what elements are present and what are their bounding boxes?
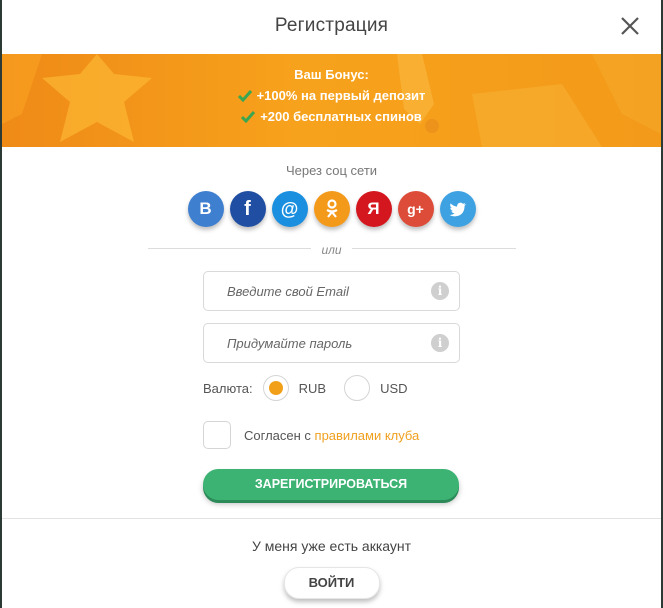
check-icon (241, 110, 256, 123)
bonus-item: +200 бесплатных спинов (2, 109, 661, 124)
facebook-icon: f (244, 197, 251, 220)
bonus-text: на первый депозит (297, 88, 426, 103)
yandex-icon: Я (367, 199, 380, 218)
or-divider: или (147, 241, 516, 257)
social-caption: Через соц сети (285, 163, 378, 178)
bonus-highlight: +200 (260, 109, 290, 124)
currency-selector: Валюта: RUB USD (203, 374, 408, 402)
vkontakte-icon: B (199, 199, 212, 218)
vkontakte-button[interactable]: B (187, 191, 224, 227)
email-field: i (203, 271, 460, 311)
have-account-text: У меня уже есть аккаунт (251, 538, 412, 554)
yandex-button[interactable]: Я (355, 191, 392, 227)
or-label: или (311, 243, 352, 257)
currency-radio-rub[interactable] (262, 375, 289, 401)
terms-link[interactable]: правилами клуба (315, 428, 420, 443)
google-plus-icon: g+ (407, 201, 424, 217)
terms-agreement: Согласен с правилами клуба (203, 421, 419, 449)
bonus-item: +100% на первый депозит (2, 88, 661, 103)
bonus-info: Ваш Бонус: +100% на первый депозит +200 … (2, 67, 661, 124)
terms-text: Согласен с (244, 427, 315, 443)
modal-footer: У меня уже есть аккаунт ВОЙТИ (2, 518, 661, 608)
bonus-highlight: +100% (256, 88, 298, 103)
mail-ru-button[interactable]: @ (271, 191, 308, 227)
modal-title: Регистрация (274, 15, 389, 36)
odnoklassniki-button[interactable] (313, 191, 350, 227)
bonus-text: бесплатных спинов (289, 109, 422, 124)
password-field: i (203, 323, 460, 363)
registration-modal: Регистрация Ваш Бонус: +100% на первый д… (2, 0, 661, 608)
close-icon[interactable] (619, 15, 641, 37)
password-input[interactable] (204, 324, 427, 362)
login-button[interactable]: ВОЙТИ (283, 567, 380, 599)
check-icon (237, 89, 252, 102)
modal-header: Регистрация (2, 0, 661, 54)
currency-label: Валюта: (203, 380, 253, 396)
currency-option-label: RUB (298, 380, 327, 396)
twitter-button[interactable] (439, 191, 476, 227)
google-plus-button[interactable]: g+ (397, 191, 434, 227)
bonus-banner: Ваш Бонус: +100% на первый депозит +200 … (2, 54, 661, 147)
info-icon[interactable]: i (431, 282, 449, 300)
currency-radio-usd[interactable] (344, 375, 371, 401)
twitter-icon (448, 202, 466, 216)
social-buttons: B f @ Я g+ (2, 191, 661, 227)
bonus-title: Ваш Бонус: (294, 67, 369, 82)
info-icon[interactable]: i (431, 334, 449, 352)
mail-ru-icon: @ (280, 198, 299, 219)
facebook-button[interactable]: f (229, 191, 266, 227)
register-button[interactable]: ЗАРЕГИСТРИРОВАТЬСЯ (203, 469, 459, 500)
odnoklassniki-icon (325, 199, 338, 218)
currency-option-label: USD (380, 380, 408, 396)
radio-selected-dot (268, 381, 283, 395)
email-input[interactable] (204, 272, 427, 310)
terms-checkbox[interactable] (203, 421, 231, 449)
